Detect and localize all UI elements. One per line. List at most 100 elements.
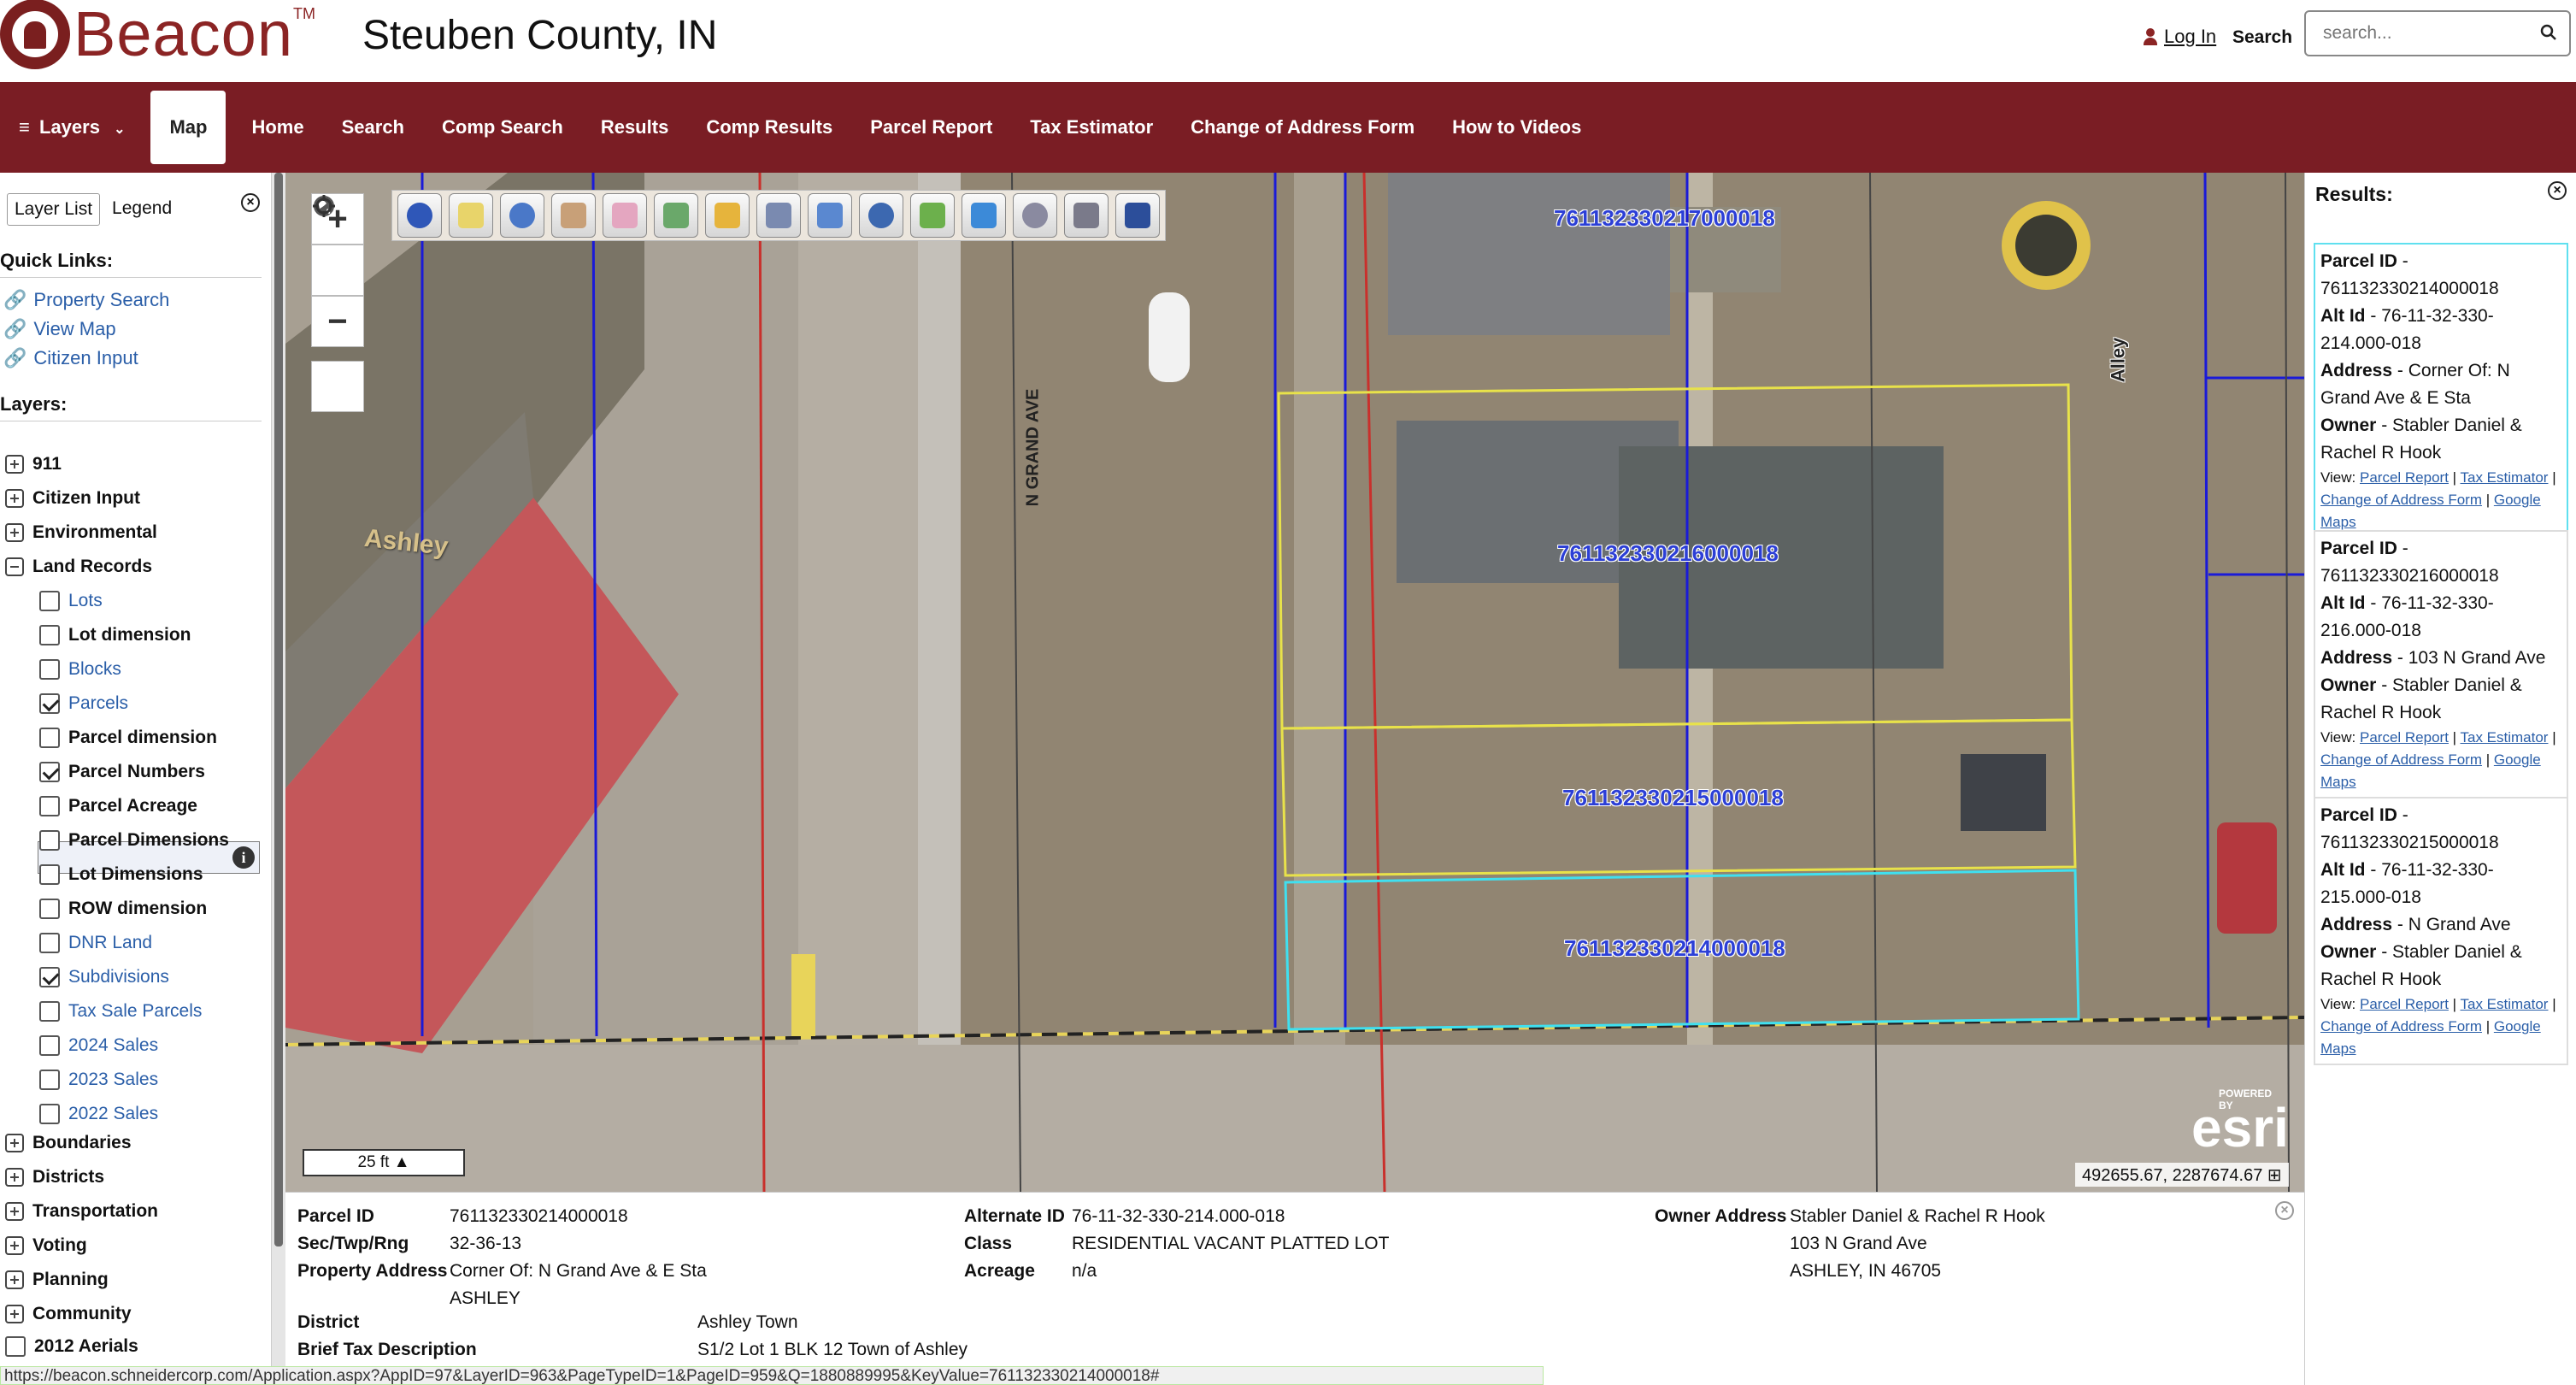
scrollbar-thumb[interactable] [274, 173, 283, 1246]
expand-icon[interactable] [5, 1236, 24, 1255]
save-tool[interactable] [1115, 193, 1160, 238]
quick-link-citizen-input[interactable]: 🔗 Citizen Input [3, 347, 138, 369]
layer-911[interactable]: 911 [5, 450, 62, 479]
locate-button[interactable] [311, 195, 364, 412]
expand-icon[interactable] [5, 523, 24, 542]
search-tool[interactable] [859, 193, 903, 238]
beacon-logo[interactable]: Beacon TM [0, 0, 315, 69]
nav-how-to-videos[interactable]: How to Videos [1433, 91, 1600, 164]
layer-checkbox[interactable] [39, 864, 60, 885]
search-icon[interactable] [2540, 24, 2557, 41]
layer-dnr-land[interactable]: DNR Land [39, 928, 152, 958]
street-view-tool[interactable] [705, 193, 750, 238]
link-parcel-report[interactable]: Parcel Report [2360, 996, 2449, 1012]
expand-icon[interactable]: ⊞ [2267, 1166, 2282, 1185]
layer-blocks[interactable]: Blocks [39, 655, 121, 684]
layer-checkbox[interactable] [5, 1336, 26, 1357]
layer-2012-aerials[interactable]: 2012 Aerials [5, 1332, 138, 1361]
layer-2023-sales[interactable]: 2023 Sales [39, 1065, 158, 1094]
layer-parcel-dimensions[interactable]: Parcel Dimensions [39, 826, 229, 855]
nav-comp-search[interactable]: Comp Search [423, 91, 582, 164]
expand-icon[interactable] [5, 1270, 24, 1289]
extent-tool[interactable] [962, 193, 1006, 238]
login-link[interactable]: Log In [2164, 26, 2216, 48]
layer-2024-sales[interactable]: 2024 Sales [39, 1031, 158, 1060]
result-card[interactable]: Parcel ID - 761132330214000018 Alt Id - 7… [2314, 243, 2568, 539]
layer-checkbox[interactable] [39, 933, 60, 953]
parcel-label[interactable]: 761132330216000018 [1557, 540, 1779, 567]
layer-districts[interactable]: Districts [5, 1163, 104, 1192]
expand-icon[interactable] [5, 489, 24, 508]
layer-citizen-input[interactable]: Citizen Input [5, 484, 140, 513]
tab-legend[interactable]: Legend [105, 193, 179, 226]
buffer-tool[interactable] [654, 193, 698, 238]
identify-tool[interactable] [397, 193, 442, 238]
layer-checkbox[interactable] [39, 591, 60, 611]
draw-tool[interactable] [910, 193, 955, 238]
select-tool[interactable] [449, 193, 493, 238]
layer-checkbox[interactable] [39, 899, 60, 919]
zoom-box-tool[interactable] [500, 193, 544, 238]
layer-planning[interactable]: Planning [5, 1265, 109, 1294]
layer-parcel-dimension[interactable]: Parcel dimension [39, 723, 217, 752]
layer-row-dimension[interactable]: ROW dimension [39, 894, 207, 923]
measure-tool[interactable] [808, 193, 852, 238]
result-card[interactable]: Parcel ID - 761132330216000018 Alt Id - 7… [2314, 530, 2568, 799]
layer-checkbox[interactable] [39, 762, 60, 782]
link-parcel-report[interactable]: Parcel Report [2360, 469, 2449, 486]
nav-change-of-address[interactable]: Change of Address Form [1172, 91, 1433, 164]
search-input[interactable] [2306, 12, 2520, 55]
info-icon[interactable]: i [232, 846, 255, 869]
print-tool[interactable] [1064, 193, 1109, 238]
layer-checkbox[interactable] [39, 693, 60, 714]
quick-link-view-map[interactable]: 🔗 View Map [3, 318, 116, 340]
close-info-icon[interactable]: × [2275, 1201, 2294, 1220]
layer-parcel-numbers[interactable]: Parcel Numbers [39, 757, 205, 787]
layers-scrollbar[interactable] [272, 173, 285, 1385]
expand-icon[interactable] [5, 1202, 24, 1221]
quick-link-property-search[interactable]: 🔗 Property Search [3, 289, 169, 311]
layer-checkbox[interactable] [39, 967, 60, 987]
layer-tax-sale-parcels[interactable]: Tax Sale Parcels [39, 997, 202, 1026]
nav-tax-estimator[interactable]: Tax Estimator [1011, 91, 1172, 164]
close-results-icon[interactable]: × [2548, 181, 2567, 200]
link-tax-estimator[interactable]: Tax Estimator [2461, 469, 2549, 486]
layer-parcels[interactable]: Parcels [39, 689, 128, 718]
nav-map[interactable]: Map [150, 91, 226, 164]
layer-checkbox[interactable] [39, 1070, 60, 1090]
layer-land-records[interactable]: Land Records [5, 552, 152, 581]
expand-icon[interactable] [5, 1168, 24, 1187]
layer-checkbox[interactable] [39, 796, 60, 816]
link-tax-estimator[interactable]: Tax Estimator [2461, 729, 2549, 746]
settings-tool[interactable] [1013, 193, 1057, 238]
nav-layers[interactable]: ≡ Layers ⌄ [0, 91, 144, 164]
link-change-of-address[interactable]: Change of Address Form [2320, 751, 2482, 768]
layer-checkbox[interactable] [39, 1104, 60, 1124]
result-card[interactable]: Parcel ID - 761132330215000018 Alt Id - 7… [2314, 797, 2568, 1065]
layer-voting[interactable]: Voting [5, 1231, 87, 1260]
nav-comp-results[interactable]: Comp Results [687, 91, 851, 164]
photo-tool[interactable] [756, 193, 801, 238]
layer-lots[interactable]: Lots [39, 586, 103, 616]
erase-tool[interactable] [603, 193, 647, 238]
layer-lot-dimension[interactable]: Lot dimension [39, 621, 191, 650]
nav-search[interactable]: Search [323, 91, 423, 164]
collapse-icon[interactable] [5, 557, 24, 576]
layer-2022-sales[interactable]: 2022 Sales [39, 1099, 158, 1129]
close-panel-icon[interactable]: × [241, 193, 260, 212]
link-parcel-report[interactable]: Parcel Report [2360, 729, 2449, 746]
pan-tool[interactable] [551, 193, 596, 238]
expand-icon[interactable] [5, 1134, 24, 1152]
layer-subdivisions[interactable]: Subdivisions [39, 963, 169, 992]
map-view[interactable]: N GRAND AVE Alley Ashley 761132330217000… [285, 173, 2304, 1192]
nav-home[interactable]: Home [232, 91, 322, 164]
layer-community[interactable]: Community [5, 1300, 132, 1329]
nav-parcel-report[interactable]: Parcel Report [851, 91, 1011, 164]
layer-parcel-acreage[interactable]: Parcel Acreage [39, 792, 197, 821]
layer-checkbox[interactable] [39, 659, 60, 680]
layer-checkbox[interactable] [39, 1035, 60, 1056]
layer-environmental[interactable]: Environmental [5, 518, 157, 547]
tab-layer-list[interactable]: Layer List [7, 193, 101, 226]
expand-icon[interactable] [5, 455, 24, 474]
layer-checkbox[interactable] [39, 625, 60, 645]
